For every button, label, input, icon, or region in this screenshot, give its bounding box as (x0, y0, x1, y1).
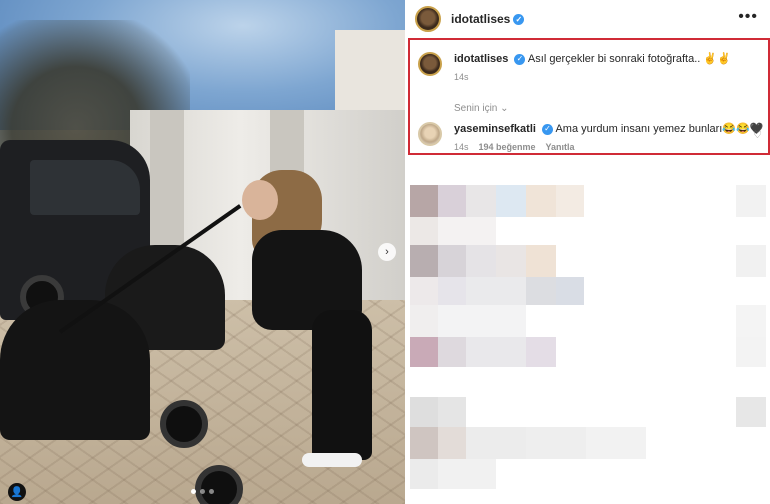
reply-comment: yaseminsefkatli ✓ Ama yurdum insanı yeme… (418, 122, 763, 154)
blurred-comments-area (405, 160, 770, 504)
blur-block (496, 245, 526, 277)
blur-block (736, 305, 766, 337)
blur-block (410, 245, 438, 277)
user-tag-icon[interactable]: 👤 (8, 483, 26, 501)
caption-comment: idotatlises ✓ Asıl gerçekler bi sonraki … (418, 52, 731, 84)
post-photo: › 👤 (0, 0, 405, 504)
comment-filter-dropdown[interactable]: Senin için ⌄ (454, 103, 509, 114)
blur-block (438, 185, 466, 217)
blur-block (586, 427, 646, 459)
blur-block (438, 427, 466, 459)
blur-block (526, 427, 586, 459)
blur-block (466, 277, 526, 305)
chevron-down-icon: ⌄ (500, 103, 509, 114)
carousel-dot (209, 489, 214, 494)
blur-block (410, 459, 438, 489)
avatar[interactable] (418, 122, 442, 146)
verified-badge-icon: ✓ (542, 123, 553, 135)
blur-block (438, 397, 466, 427)
blur-block (410, 217, 438, 245)
blur-block (438, 277, 466, 305)
blur-block (526, 245, 556, 277)
blur-block (736, 337, 766, 367)
blur-block (410, 427, 438, 459)
comments-highlight-box: idotatlises ✓ Asıl gerçekler bi sonraki … (408, 38, 770, 155)
blur-block (410, 337, 438, 367)
carousel-dot (200, 489, 205, 494)
blur-block (736, 185, 766, 217)
avatar[interactable] (415, 6, 441, 32)
building (335, 30, 405, 120)
reply-username[interactable]: yaseminsefkatli (454, 123, 536, 135)
blur-block (736, 397, 766, 427)
verified-badge-icon: ✓ (514, 53, 526, 65)
stroller-wheel (160, 400, 208, 448)
blur-block (438, 337, 466, 367)
blur-block (526, 277, 556, 305)
blur-block (410, 305, 438, 337)
chevron-right-icon: › (385, 246, 389, 258)
blur-block (526, 337, 556, 367)
carousel-next-button[interactable]: › (378, 243, 396, 261)
blur-block (438, 245, 466, 277)
post-username[interactable]: idotatlises ✓ (451, 12, 525, 26)
blur-block (410, 397, 438, 427)
reply-text: Ama yurdum insanı yemez bunları😂😂🖤 (555, 123, 764, 135)
blur-block (410, 185, 438, 217)
blur-block (438, 217, 496, 245)
heart-icon[interactable]: ♡ (753, 130, 762, 141)
carousel-dots (191, 489, 214, 494)
blur-block (438, 459, 496, 489)
caption-text: Asıl gerçekler bi sonraki fotoğrafta.. ✌… (527, 53, 731, 65)
blur-block (556, 277, 584, 305)
carousel-dot (191, 489, 196, 494)
reply-time[interactable]: 14s (454, 140, 469, 154)
avatar[interactable] (418, 52, 442, 76)
blur-block (736, 245, 766, 277)
comment-filter-label: Senin için (454, 103, 498, 114)
blur-block (526, 185, 556, 217)
post-header: idotatlises ✓ ••• (405, 0, 770, 38)
blur-block (466, 245, 496, 277)
caption-username[interactable]: idotatlises (454, 53, 508, 65)
blur-block (466, 427, 526, 459)
reply-button[interactable]: Yanıtla (546, 140, 575, 154)
reply-likes[interactable]: 194 beğenme (479, 140, 536, 154)
blur-block (496, 185, 526, 217)
person (232, 170, 382, 470)
more-horizontal-icon[interactable]: ••• (738, 8, 758, 26)
caption-time[interactable]: 14s (454, 70, 469, 84)
verified-badge-icon: ✓ (513, 14, 525, 26)
blur-block (438, 305, 526, 337)
blur-block (466, 185, 496, 217)
blur-block (410, 277, 438, 305)
blur-block (466, 337, 526, 367)
blur-block (556, 185, 584, 217)
